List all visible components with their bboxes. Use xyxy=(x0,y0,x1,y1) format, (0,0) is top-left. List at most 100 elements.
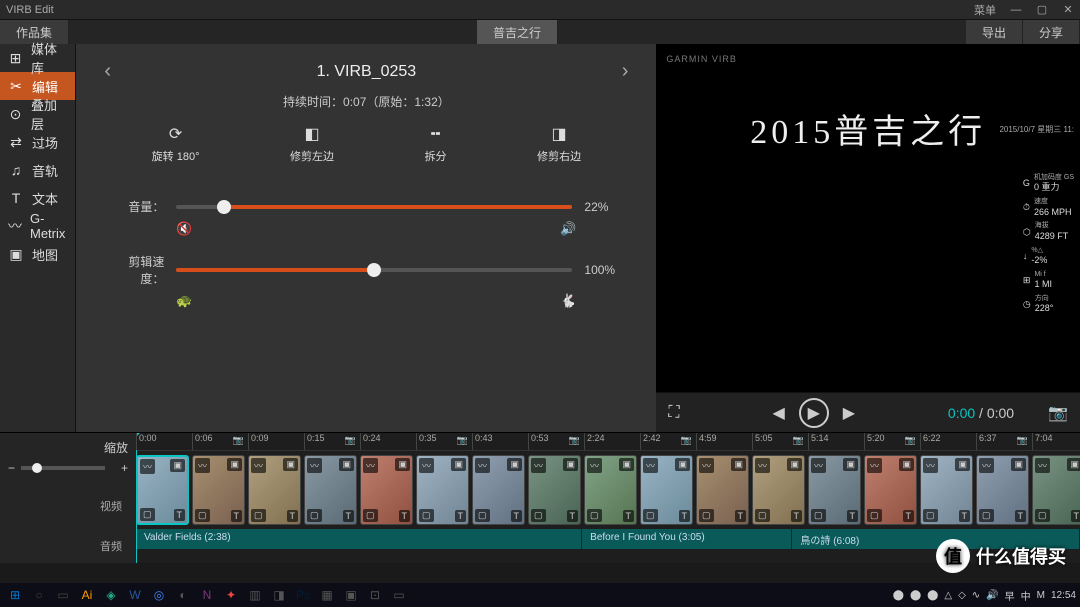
menu-button[interactable]: 菜单 xyxy=(974,2,996,18)
gmetrix-overlay: G机加码度 GS0 重力⏱速度266 MPH⬡海拔4289 FT↓%△-2%⊞M… xyxy=(1023,174,1074,319)
clip[interactable]: 〰▣▢T xyxy=(136,455,189,525)
transition-badge-icon: ▣ xyxy=(675,458,690,471)
next-clip-button[interactable]: › xyxy=(614,60,637,83)
taskbar-app-icon[interactable]: ▭ xyxy=(52,585,74,605)
taskbar-app-icon[interactable]: N xyxy=(196,585,218,605)
taskbar: ⊞○▭Ai◈W◎◐N✦▥◨Ps▦▣⊡▭ ⬤⬤⬤△◇∿🔊早中M12:54 xyxy=(0,583,1080,607)
tool-0[interactable]: ⟳旋转 180° xyxy=(152,124,200,164)
sidebar-item-0[interactable]: ⊞媒体库 xyxy=(0,44,75,72)
text-badge-icon: T xyxy=(679,510,691,522)
tray-icon[interactable]: △ xyxy=(944,590,952,601)
clip[interactable]: 〰▣▢T xyxy=(1032,455,1080,525)
taskbar-app-icon[interactable]: ▥ xyxy=(244,585,266,605)
taskbar-app-icon[interactable]: ✦ xyxy=(220,585,242,605)
mute-icon[interactable]: 🔇 xyxy=(106,221,366,237)
taskbar-app-icon[interactable]: ⊞ xyxy=(4,585,26,605)
taskbar-app-icon[interactable]: W xyxy=(124,585,146,605)
project-tab[interactable]: 普吉之行 xyxy=(477,20,558,44)
tool-1[interactable]: ◧修剪左边 xyxy=(290,124,334,164)
sidebar-item-7[interactable]: ▣地图 xyxy=(0,240,75,268)
sidebar-item-2[interactable]: ⊙叠加层 xyxy=(0,100,75,128)
prev-button[interactable]: ◀ xyxy=(772,403,784,423)
taskbar-app-icon[interactable]: ⊡ xyxy=(364,585,386,605)
time-ruler[interactable]: 0:000:06📷0:090:15📷0:240:35📷0:430:53📷2:24… xyxy=(136,433,1080,451)
maximize-icon[interactable]: ▢ xyxy=(1036,4,1048,16)
fullscreen-icon[interactable]: ⛶ xyxy=(668,404,679,422)
tray-icon[interactable]: 中 xyxy=(1021,588,1031,603)
preview-video[interactable]: 2015普吉之行 2015/10/7 星期三 11: G机加码度 GS0 重力⏱… xyxy=(656,44,1080,392)
clip[interactable]: 〰▣▢T xyxy=(976,455,1029,525)
clip[interactable]: 〰▣▢T xyxy=(808,455,861,525)
taskbar-app-icon[interactable]: Ai xyxy=(76,585,98,605)
sidebar-icon: ⊞ xyxy=(8,50,23,67)
speed-slider[interactable] xyxy=(176,268,572,272)
audio-segment[interactable]: Before I Found You (3:05) xyxy=(582,529,792,549)
prev-clip-button[interactable]: ‹ xyxy=(96,60,119,83)
taskbar-app-icon[interactable]: ○ xyxy=(28,585,50,605)
play-button[interactable]: ▶ xyxy=(799,398,829,428)
clip[interactable]: 〰▣▢T xyxy=(472,455,525,525)
export-button[interactable]: 导出 xyxy=(966,20,1023,44)
transition-badge-icon: ▣ xyxy=(563,458,578,471)
minimize-icon[interactable]: — xyxy=(1010,4,1022,16)
tool-3[interactable]: ◨修剪右边 xyxy=(537,124,581,164)
volume-slider[interactable] xyxy=(176,205,572,209)
tool-2[interactable]: ╍拆分 xyxy=(425,124,447,164)
tray-icon[interactable]: M xyxy=(1037,590,1045,601)
overlay-badge-icon: ▢ xyxy=(140,508,155,521)
clip[interactable]: 〰▣▢T xyxy=(864,455,917,525)
clip[interactable]: 〰▣▢T xyxy=(248,455,301,525)
sidebar-item-6[interactable]: 〰G-Metrix xyxy=(0,212,75,240)
sound-icon[interactable]: 🔊 xyxy=(366,221,626,237)
app-title: VIRB Edit xyxy=(6,4,54,16)
overlay-badge-icon: ▢ xyxy=(643,509,658,522)
audio-segment[interactable]: Valder Fields (2:38) xyxy=(136,529,582,549)
duration-text: 持续时间：0:07（原始：1:32） xyxy=(96,93,636,110)
close-icon[interactable]: ✕ xyxy=(1062,4,1074,16)
tray-icon[interactable]: ∿ xyxy=(972,590,980,601)
video-title-overlay: 2015普吉之行 xyxy=(750,104,986,153)
tray-icon[interactable]: 🔊 xyxy=(986,590,998,601)
clip[interactable]: 〰▣▢T xyxy=(640,455,693,525)
next-button[interactable]: ▶ xyxy=(843,403,855,423)
audio-segment[interactable]: 鳥の詩 (6:08) xyxy=(792,529,1080,549)
taskbar-app-icon[interactable]: ◨ xyxy=(268,585,290,605)
clip[interactable]: 〰▣▢T xyxy=(528,455,581,525)
share-button[interactable]: 分享 xyxy=(1023,20,1080,44)
clip[interactable]: 〰▣▢T xyxy=(752,455,805,525)
snapshot-icon[interactable]: 📷 xyxy=(1048,403,1068,423)
taskbar-app-icon[interactable]: ▭ xyxy=(388,585,410,605)
clip[interactable]: 〰▣▢T xyxy=(416,455,469,525)
sidebar-item-5[interactable]: T文本 xyxy=(0,184,75,212)
zoom-in-icon[interactable]: + xyxy=(121,461,128,475)
taskbar-app-icon[interactable]: ◈ xyxy=(100,585,122,605)
clip[interactable]: 〰▣▢T xyxy=(696,455,749,525)
taskbar-app-icon[interactable]: Ps xyxy=(292,585,314,605)
zoom-out-icon[interactable]: − xyxy=(8,461,15,475)
clip[interactable]: 〰▣▢T xyxy=(304,455,357,525)
tray-icon[interactable]: ⬤ xyxy=(910,590,921,601)
taskbar-app-icon[interactable]: ◐ xyxy=(172,585,194,605)
clip[interactable]: 〰▣▢T xyxy=(360,455,413,525)
tray-icon[interactable]: ◇ xyxy=(958,590,966,601)
video-track[interactable]: 〰▣▢T〰▣▢T〰▣▢T〰▣▢T〰▣▢T〰▣▢T〰▣▢T〰▣▢T〰▣▢T〰▣▢T… xyxy=(136,451,1080,529)
clip[interactable]: 〰▣▢T xyxy=(920,455,973,525)
sidebar-item-4[interactable]: ♫音轨 xyxy=(0,156,75,184)
edit-panel: ‹ 1. VIRB_0253 › 持续时间：0:07（原始：1:32） ⟳旋转 … xyxy=(76,44,656,432)
taskbar-app-icon[interactable]: ▦ xyxy=(316,585,338,605)
clip[interactable]: 〰▣▢T xyxy=(584,455,637,525)
clip[interactable]: 〰▣▢T xyxy=(192,455,245,525)
tray-icon[interactable]: ⬤ xyxy=(893,590,904,601)
gmetrix-badge-icon: 〰 xyxy=(699,458,714,473)
tray-icon[interactable]: 早 xyxy=(1005,588,1015,603)
audio-track[interactable]: Valder Fields (2:38)Before I Found You (… xyxy=(136,529,1080,549)
overlay-badge-icon: ▢ xyxy=(811,509,826,522)
transition-badge-icon: ▣ xyxy=(283,458,298,471)
taskbar-app-icon[interactable]: ◎ xyxy=(148,585,170,605)
zoom-slider[interactable] xyxy=(21,466,105,470)
clock[interactable]: 12:54 xyxy=(1051,590,1076,601)
text-badge-icon: T xyxy=(1071,510,1080,522)
taskbar-app-icon[interactable]: ▣ xyxy=(340,585,362,605)
tray-icon[interactable]: ⬤ xyxy=(927,590,938,601)
gmetrix-badge-icon: 〰 xyxy=(1035,458,1050,473)
